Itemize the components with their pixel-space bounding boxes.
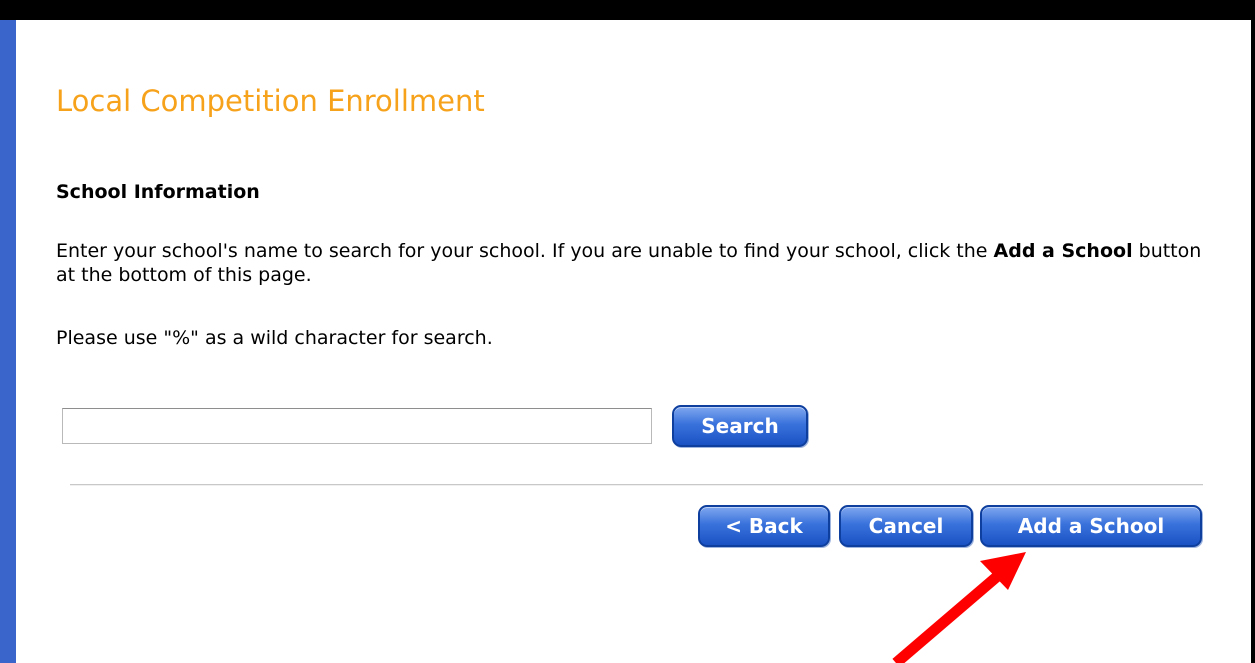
cancel-button[interactable]: Cancel <box>839 505 973 547</box>
divider <box>70 484 1203 486</box>
instructions-add-school-emphasis: Add a School <box>993 240 1133 262</box>
add-a-school-button[interactable]: Add a School <box>980 505 1202 547</box>
search-instructions: Enter your school's name to search for y… <box>56 239 1216 287</box>
top-border <box>0 0 1255 20</box>
instructions-text-start: Enter your school's name to search for y… <box>56 240 994 262</box>
wildcard-note: Please use "%" as a wild character for s… <box>56 327 493 349</box>
arrow-head <box>980 552 1026 590</box>
page-title: Local Competition Enrollment <box>56 84 485 118</box>
search-button[interactable]: Search <box>672 405 808 447</box>
back-button[interactable]: < Back <box>698 505 830 547</box>
left-accent-bar <box>0 20 16 663</box>
school-information-heading: School Information <box>56 181 260 203</box>
arrow-shaft <box>892 569 1004 663</box>
right-border <box>1251 20 1255 663</box>
school-search-input[interactable] <box>62 408 652 444</box>
